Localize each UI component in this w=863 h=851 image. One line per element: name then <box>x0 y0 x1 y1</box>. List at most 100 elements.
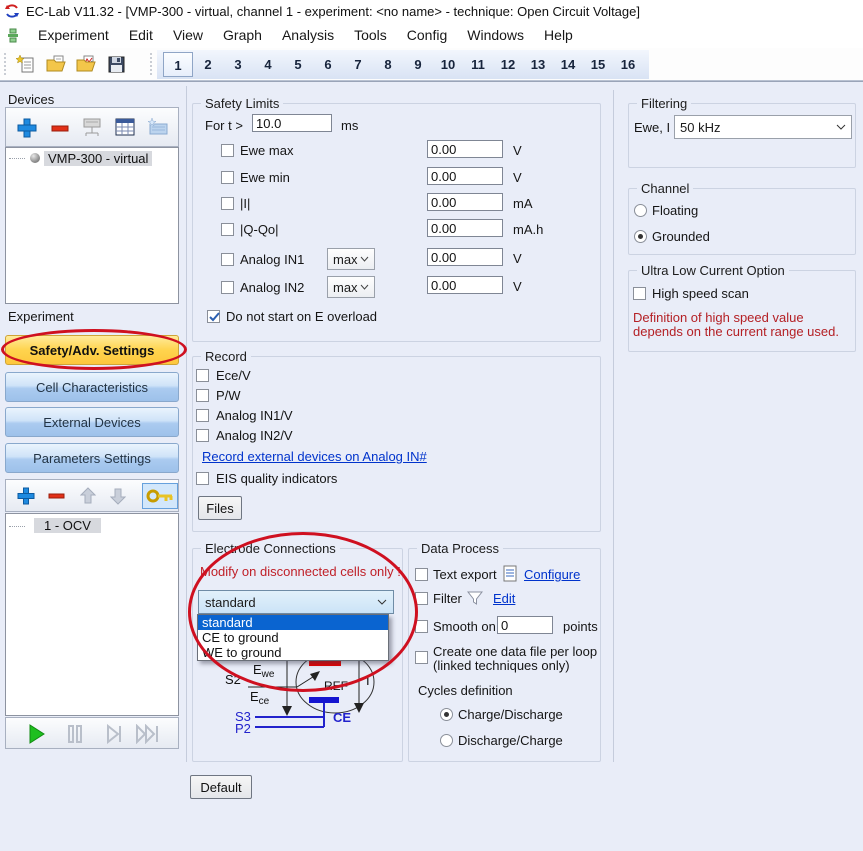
device-connect-icon[interactable] <box>80 116 104 140</box>
analog-in2-range-select[interactable]: max <box>327 276 375 298</box>
menu-tools[interactable]: Tools <box>344 24 397 46</box>
filter-edit-link[interactable]: Edit <box>493 591 515 606</box>
menu-experiment[interactable]: Experiment <box>28 24 119 46</box>
record-external-devices-link[interactable]: Record external devices on Analog IN# <box>202 449 427 464</box>
record-ece-checkbox[interactable] <box>196 369 209 382</box>
channel-button-1[interactable]: 1 <box>163 52 193 77</box>
channel-button-5[interactable]: 5 <box>283 52 313 77</box>
nav-cell-characteristics[interactable]: Cell Characteristics <box>5 372 179 402</box>
channel-button-7[interactable]: 7 <box>343 52 373 77</box>
menu-graph[interactable]: Graph <box>213 24 272 46</box>
record-analog-in2-checkbox[interactable] <box>196 429 209 442</box>
menu-help[interactable]: Help <box>534 24 583 46</box>
channel-button-8[interactable]: 8 <box>373 52 403 77</box>
add-device-icon[interactable] <box>16 117 38 139</box>
menu-windows[interactable]: Windows <box>457 24 534 46</box>
charge-limit-checkbox[interactable] <box>221 223 234 236</box>
analog-in1-range-select[interactable]: max <box>327 248 375 270</box>
skip-to-end-icon[interactable] <box>135 724 161 744</box>
channel-button-12[interactable]: 12 <box>493 52 523 77</box>
add-technique-icon[interactable] <box>17 487 35 505</box>
menu-edit[interactable]: Edit <box>119 24 163 46</box>
text-export-checkbox[interactable] <box>415 568 428 581</box>
channel-group: Channel <box>628 188 856 255</box>
next-icon[interactable] <box>105 724 123 744</box>
menu-analysis[interactable]: Analysis <box>272 24 344 46</box>
default-button[interactable]: Default <box>190 775 252 799</box>
grounded-radio[interactable] <box>634 230 647 243</box>
current-limit-input[interactable] <box>427 193 503 211</box>
ewe-max-input[interactable] <box>427 140 503 158</box>
remove-technique-icon[interactable] <box>48 487 66 505</box>
eis-quality-checkbox[interactable] <box>196 472 209 485</box>
remove-device-icon[interactable] <box>50 117 70 139</box>
nav-external-devices[interactable]: External Devices <box>5 407 179 437</box>
move-down-icon[interactable] <box>110 487 126 505</box>
overload-checkbox[interactable] <box>207 310 220 323</box>
virtual-device-icon[interactable] <box>146 116 170 140</box>
analog-in2-checkbox[interactable] <box>221 281 234 294</box>
dropdown-option-ce-to-ground[interactable]: CE to ground <box>198 630 388 645</box>
ewe-min-checkbox[interactable] <box>221 171 234 184</box>
filtering-select[interactable]: 50 kHz <box>674 115 852 139</box>
current-limit-checkbox[interactable] <box>221 197 234 210</box>
charge-limit-input[interactable] <box>427 219 503 237</box>
device-menu-icon[interactable] <box>6 28 20 43</box>
configure-link[interactable]: Configure <box>524 567 580 582</box>
file-per-loop-checkbox[interactable] <box>415 651 428 664</box>
smooth-checkbox[interactable] <box>415 620 428 633</box>
analog-in1-checkbox[interactable] <box>221 253 234 266</box>
files-button[interactable]: Files <box>198 496 242 520</box>
high-speed-scan-checkbox[interactable] <box>633 287 646 300</box>
menu-bar: Experiment Edit View Graph Analysis Tool… <box>0 22 863 48</box>
move-up-icon[interactable] <box>80 487 96 505</box>
analog-in1-input[interactable] <box>427 248 503 266</box>
channel-button-14[interactable]: 14 <box>553 52 583 77</box>
ewe-min-input[interactable] <box>427 167 503 185</box>
discharge-charge-radio[interactable] <box>440 734 453 747</box>
ewe-max-checkbox[interactable] <box>221 144 234 157</box>
record-analog-in1-checkbox[interactable] <box>196 409 209 422</box>
channel-button-9[interactable]: 9 <box>403 52 433 77</box>
analog-in2-input[interactable] <box>427 276 503 294</box>
channel-button-3[interactable]: 3 <box>223 52 253 77</box>
save-button[interactable] <box>104 52 128 76</box>
dropdown-option-standard[interactable]: standard <box>198 615 388 630</box>
channel-button-6[interactable]: 6 <box>313 52 343 77</box>
channel-button-4[interactable]: 4 <box>253 52 283 77</box>
channel-button-11[interactable]: 11 <box>463 52 493 77</box>
filter-checkbox[interactable] <box>415 592 428 605</box>
open-settings-button[interactable] <box>44 52 68 76</box>
menu-config[interactable]: Config <box>397 24 457 46</box>
record-power-checkbox[interactable] <box>196 389 209 402</box>
text-export-label: Text export <box>433 567 497 582</box>
open-graph-folder-icon <box>76 54 97 74</box>
eis-quality-label: EIS quality indicators <box>216 471 337 486</box>
channel-button-16[interactable]: 16 <box>613 52 643 77</box>
dropdown-option-we-to-ground[interactable]: WE to ground <box>198 645 388 660</box>
panel-divider <box>186 86 187 762</box>
t-threshold-input[interactable] <box>252 114 332 132</box>
nav-parameters-settings[interactable]: Parameters Settings <box>5 443 179 473</box>
charge-discharge-radio[interactable] <box>440 708 453 721</box>
lock-parameters-button[interactable] <box>142 483 178 509</box>
technique-tree-item[interactable]: 1 - OCV <box>34 518 101 533</box>
device-tree-item[interactable]: VMP-300 - virtual <box>44 151 152 166</box>
channel-grid-icon[interactable] <box>114 117 136 139</box>
channel-button-13[interactable]: 13 <box>523 52 553 77</box>
open-data-button[interactable] <box>74 52 98 76</box>
floating-radio[interactable] <box>634 204 647 217</box>
file-per-loop-label-line2: (linked techniques only) <box>433 658 570 673</box>
electrode-connection-select[interactable]: standard <box>198 590 394 614</box>
channel-selector-strip: 1 2 3 4 5 6 7 8 9 10 11 12 13 14 15 16 <box>157 50 649 79</box>
current-limit-unit: mA <box>513 196 533 211</box>
new-settings-button[interactable] <box>14 52 38 76</box>
channel-button-10[interactable]: 10 <box>433 52 463 77</box>
menu-view[interactable]: View <box>163 24 213 46</box>
pause-icon[interactable] <box>66 724 84 744</box>
play-icon[interactable] <box>28 724 46 744</box>
channel-button-2[interactable]: 2 <box>193 52 223 77</box>
nav-safety-adv-settings[interactable]: Safety/Adv. Settings <box>5 335 179 365</box>
smooth-points-input[interactable] <box>497 616 553 634</box>
channel-button-15[interactable]: 15 <box>583 52 613 77</box>
